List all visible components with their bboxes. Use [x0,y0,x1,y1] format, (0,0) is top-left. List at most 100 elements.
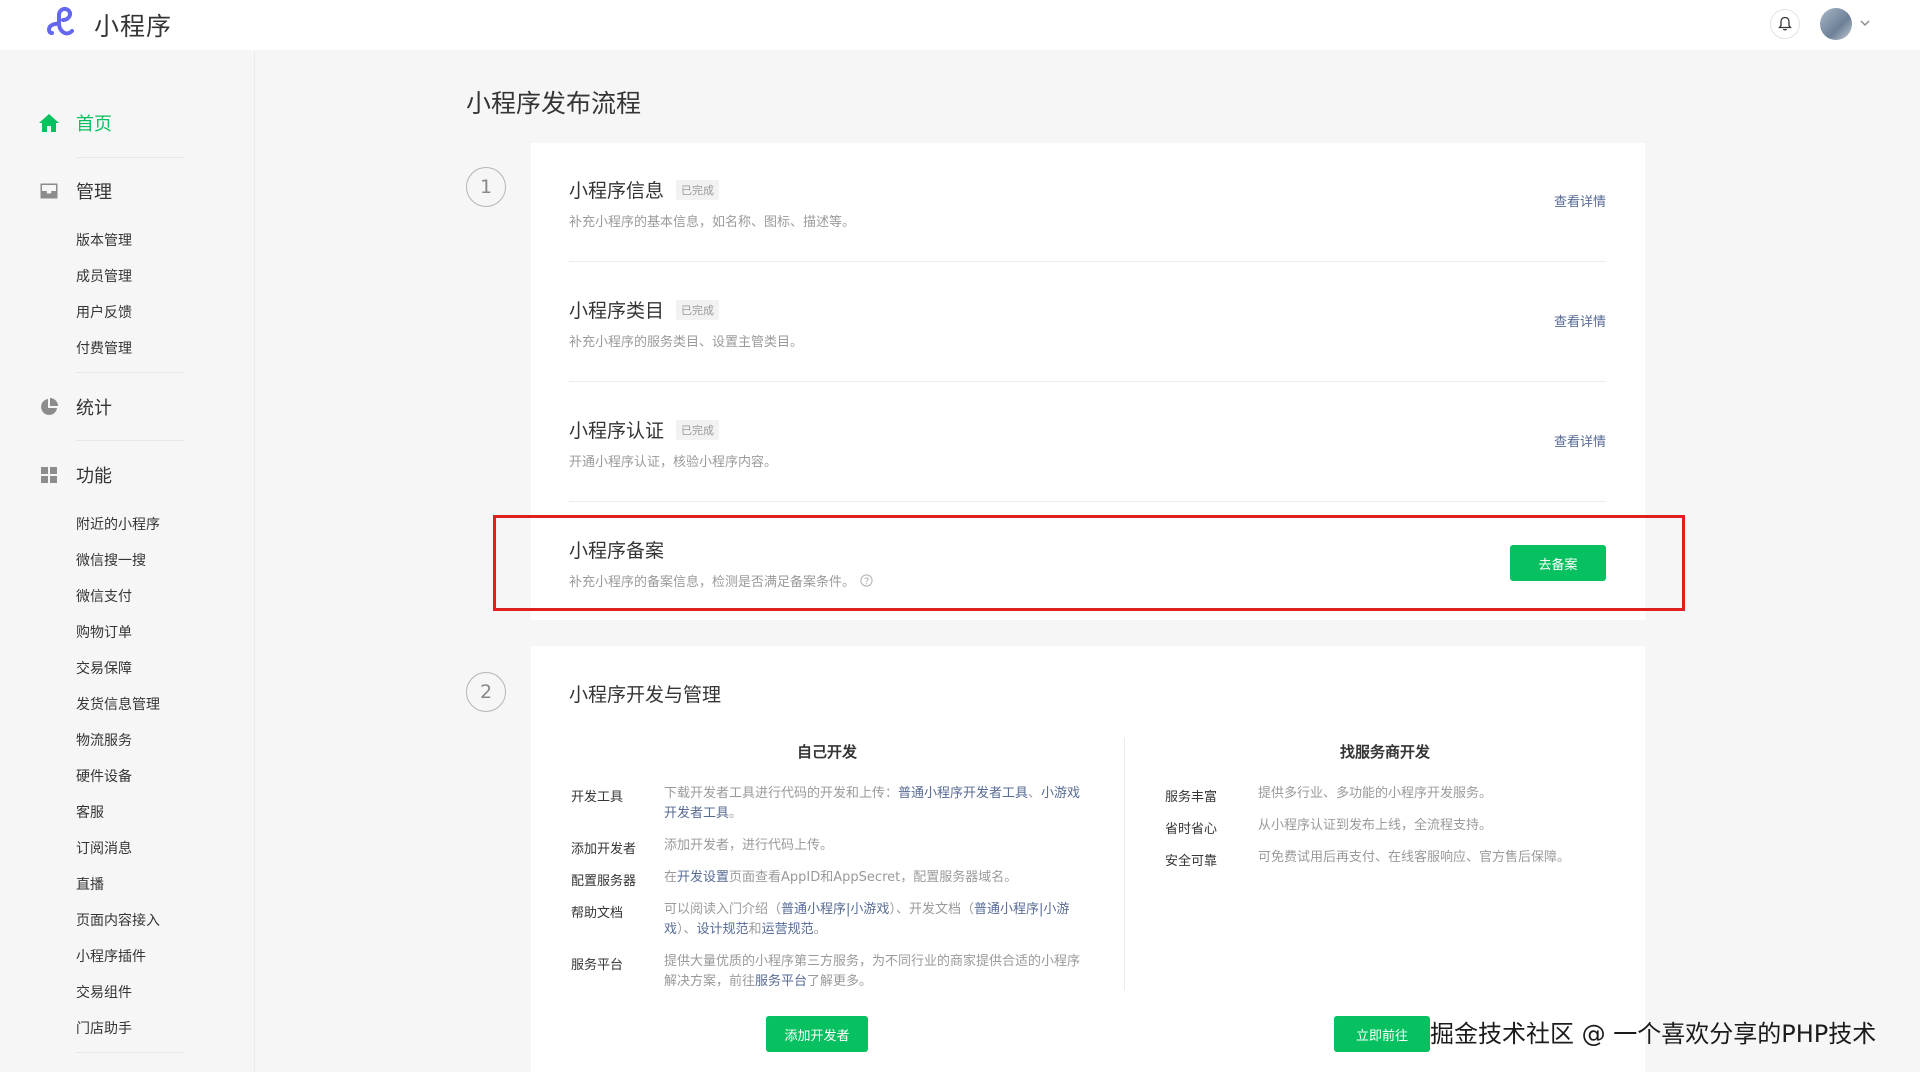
home-icon [38,112,60,134]
sidebar-item-label: 首页 [76,114,112,135]
step-item-title: 小程序类目 [569,300,665,322]
status-badge: 已完成 [676,419,720,440]
sidebar-item-members[interactable]: 成员管理 [76,266,132,286]
sidebar-item-payment[interactable]: 付费管理 [76,338,132,358]
page-title: 小程序发布流程 [466,89,642,118]
sidebar-item-manage[interactable]: 管理 [38,178,112,204]
grid-icon [38,464,60,486]
sidebar-item-version[interactable]: 版本管理 [76,230,132,250]
go-now-button[interactable]: 立即前往 [1334,1016,1430,1052]
view-details-link[interactable]: 查看详情 [1554,431,1606,450]
sidebar-item-customer-service[interactable]: 客服 [76,802,104,822]
intro-game-link[interactable]: 小游戏 [850,902,889,917]
divider [569,261,1606,262]
highlight-box [493,515,1685,611]
add-developer-button[interactable]: 添加开发者 [766,1016,868,1052]
kv-val-platform: 提供大量优质的小程序第三方服务，为不同行业的商家提供合适的小程序解决方案，前往服… [664,952,1089,992]
sidebar-item-home[interactable]: 首页 [38,110,112,136]
dev-settings-link[interactable]: 开发设置 [677,870,729,885]
miniprogram-logo-icon[interactable] [44,3,84,43]
sidebar-item-hardware[interactable]: 硬件设备 [76,766,132,786]
top-bar: 小程序 [0,0,1920,50]
kv-val-server: 在开发设置页面查看AppID和AppSecret，配置服务器域名。 [664,868,1089,888]
kv-key-rich-services: 服务丰富 [1165,790,1218,805]
step-item-desc: 补充小程序的基本信息，如名称、图标、描述等。 [569,215,856,230]
sidebar-item-search[interactable]: 微信搜一搜 [76,550,146,570]
text-segment: 可以阅读入门介绍（ [664,902,782,917]
kv-val-secure: 可免费试用后再支付、在线客服响应、官方售后保障。 [1258,850,1571,865]
kv-key-secure: 安全可靠 [1165,854,1218,869]
step-number-2: 2 [466,672,506,712]
app-name[interactable]: 小程序 [94,7,172,43]
view-details-link[interactable]: 查看详情 [1554,311,1606,330]
sidebar-divider [76,157,184,158]
watermark: 掘金技术社区 @ 一个喜欢分享的PHP技术 [1430,1020,1877,1048]
text-segment: 在 [664,870,678,885]
sidebar-item-orders[interactable]: 购物订单 [76,622,132,642]
text-segment: 下载开发者工具进行代码的开发和上传： [664,786,899,801]
design-spec-link[interactable]: 设计规范 [697,922,749,937]
section-title: 小程序开发与管理 [569,684,722,706]
docs-normal-link[interactable]: 普通小程序 [974,902,1039,917]
kv-val-rich-services: 提供多行业、多功能的小程序开发服务。 [1258,786,1493,801]
step-number-1: 1 [466,167,506,207]
sidebar-item-logistics[interactable]: 物流服务 [76,730,132,750]
sidebar-item-features[interactable]: 功能 [38,462,112,488]
sidebar-item-shipping-info[interactable]: 发货信息管理 [76,694,160,714]
service-platform-link[interactable]: 服务平台 [755,974,807,989]
sidebar-item-wechat-pay[interactable]: 微信支付 [76,586,132,606]
chevron-down-icon[interactable] [1858,16,1872,30]
divider [569,381,1606,382]
sidebar: 首页 管理 版本管理 成员管理 用户反馈 付费管理 统计 功能 附近的小程序 微… [0,50,255,1072]
divider [569,501,1606,502]
sidebar-item-page-content[interactable]: 页面内容接入 [76,910,160,930]
sidebar-item-live[interactable]: 直播 [76,874,104,894]
text-segment: ）、开发文档（ [889,902,974,917]
ops-spec-link[interactable]: 运营规范 [762,922,814,937]
kv-val-save-time: 从小程序认证到发布上线，全流程支持。 [1258,818,1493,833]
step-item-desc: 开通小程序认证，核验小程序内容。 [569,455,778,470]
kv-val-add-dev: 添加开发者，进行代码上传。 [664,838,834,853]
sidebar-item-subscribe-msg[interactable]: 订阅消息 [76,838,132,858]
notification-button[interactable] [1770,9,1800,39]
kv-key-dev-tools: 开发工具 [571,790,624,805]
sidebar-divider [76,440,184,441]
text-segment: 。 [729,806,743,821]
text-segment: 页面查看AppID和AppSecret，配置服务器域名。 [729,870,1018,885]
sidebar-item-plugins[interactable]: 小程序插件 [76,946,146,966]
view-details-link[interactable]: 查看详情 [1554,191,1606,210]
kv-val-docs: 可以阅读入门介绍（普通小程序|小游戏）、开发文档（普通小程序|小游戏）、设计规范… [664,900,1089,940]
inbox-icon [38,180,60,202]
text-segment: 和 [748,922,762,937]
intro-normal-link[interactable]: 普通小程序 [781,902,846,917]
step-item-title: 小程序信息 [569,180,665,202]
sidebar-item-trade-component[interactable]: 交易组件 [76,982,132,1002]
text-segment: 。 [813,922,827,937]
step-item-desc: 补充小程序的服务类目、设置主管类目。 [569,335,804,350]
kv-key-docs: 帮助文档 [571,906,624,921]
kv-key-platform: 服务平台 [571,958,624,973]
text-segment: 了解更多。 [807,974,873,989]
bell-icon [1778,16,1792,31]
status-badge: 已完成 [676,179,720,200]
sidebar-divider [76,1052,184,1053]
sidebar-item-label: 功能 [76,466,112,487]
avatar[interactable] [1820,8,1852,40]
sidebar-item-stats[interactable]: 统计 [38,394,112,420]
sidebar-item-label: 管理 [76,182,112,203]
normal-devtool-link[interactable]: 普通小程序开发者工具 [898,786,1028,801]
pie-chart-icon [38,396,60,418]
sidebar-divider [76,372,184,373]
status-badge: 已完成 [676,299,720,320]
kv-key-server: 配置服务器 [571,874,637,889]
sidebar-item-nearby[interactable]: 附近的小程序 [76,514,160,534]
sidebar-item-store-helper[interactable]: 门店助手 [76,1018,132,1038]
text-segment: ）、 [677,922,697,937]
self-dev-title: 自己开发 [797,743,858,761]
sidebar-item-label: 统计 [76,398,112,419]
step-item-title: 小程序认证 [569,420,665,442]
vendor-dev-title: 找服务商开发 [1340,743,1431,761]
text-segment: 、 [1028,786,1042,801]
sidebar-item-feedback[interactable]: 用户反馈 [76,302,132,322]
sidebar-item-trade-guarantee[interactable]: 交易保障 [76,658,132,678]
